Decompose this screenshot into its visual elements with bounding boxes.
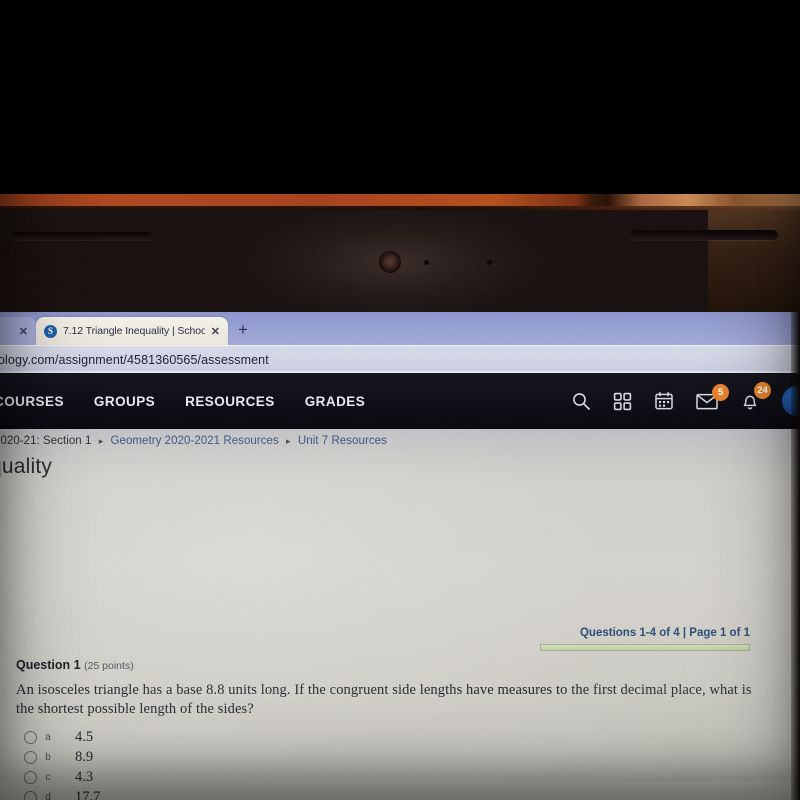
bezel-slot-left [12, 232, 152, 240]
search-icon[interactable] [571, 391, 591, 411]
tab-title: o [0, 325, 13, 337]
nav-links: COURSES GROUPS RESOURCES GRADES [0, 394, 365, 409]
choice-value: 8.9 [75, 748, 94, 765]
question-pager-label: Questions 1-4 of 4 | Page 1 of 1 [579, 627, 750, 639]
microphone-hole-icon [424, 260, 429, 265]
breadcrumb-item-folder[interactable]: Unit 7 Resources [298, 435, 387, 447]
webcam-icon [379, 251, 401, 273]
dark-background [0, 0, 800, 196]
schoology-favicon-icon: S [44, 324, 57, 338]
messages-envelope-icon[interactable]: 5 [696, 383, 729, 410]
choice-b[interactable]: b 8.9 [24, 747, 100, 767]
choice-letter: c [45, 771, 51, 783]
browser-tab-active[interactable]: S 7.12 Triangle Inequality | Schoolo ✕ [36, 317, 228, 345]
notifications-bell-icon[interactable]: 24 [740, 382, 771, 411]
choice-a[interactable]: a 4.5 [24, 727, 100, 747]
choice-value: 17.7 [75, 788, 101, 800]
choice-d[interactable]: d 17.7 [24, 787, 100, 800]
bezel-slot-right [630, 230, 778, 240]
breadcrumb-separator-icon: ▸ [286, 436, 291, 446]
nav-item-resources[interactable]: RESOURCES [185, 394, 275, 409]
nav-icon-group: 5 24 [571, 373, 800, 429]
screen-right-edge [791, 312, 800, 800]
tab-title: 7.12 Triangle Inequality | Schoolo [63, 325, 205, 337]
breadcrumb: 2020-21: Section 1 ▸ Geometry 2020-2021 … [0, 435, 387, 447]
choice-letter: a [45, 731, 51, 743]
choice-value: 4.5 [75, 728, 94, 745]
notifications-badge: 24 [754, 382, 771, 399]
question-1-choices: a 4.5 b 8.9 c 4.3 d 17.7 [24, 727, 100, 800]
browser-tab-strip: o ✕ S 7.12 Triangle Inequality | Schoolo… [0, 312, 800, 345]
choice-letter: d [45, 791, 51, 800]
screen-glare [0, 429, 800, 781]
question-1-header: Question 1 (25 points) [16, 658, 134, 672]
breadcrumb-separator-icon: ▸ [98, 436, 104, 446]
assessment-page: 2020-21: Section 1 ▸ Geometry 2020-2021 … [0, 429, 800, 800]
nav-item-courses[interactable]: COURSES [0, 394, 64, 409]
microphone-hole-icon [487, 260, 492, 265]
choice-value: 4.3 [75, 768, 94, 785]
radio-icon[interactable] [24, 770, 37, 784]
laptop-bezel-right-glow [708, 210, 800, 312]
browser-tab-inactive[interactable]: o ✕ [0, 317, 36, 345]
progress-bar [540, 644, 750, 651]
schoology-navbar: COURSES GROUPS RESOURCES GRADES 5 24 [0, 373, 800, 429]
url-text: ology.com/assignment/4581360565/assessme… [0, 352, 269, 367]
calendar-icon[interactable] [654, 391, 674, 411]
nav-item-grades[interactable]: GRADES [305, 394, 365, 409]
breadcrumb-item-course[interactable]: Geometry 2020-2021 Resources [111, 435, 279, 447]
nav-item-groups[interactable]: GROUPS [94, 394, 155, 409]
laptop-screen: o ✕ S 7.12 Triangle Inequality | Schoolo… [0, 312, 800, 800]
close-icon[interactable]: ✕ [19, 325, 28, 338]
address-bar[interactable]: ology.com/assignment/4581360565/assessme… [0, 345, 800, 373]
breadcrumb-item-section: 2020-21: Section 1 [0, 435, 92, 447]
messages-badge: 5 [712, 383, 729, 401]
apps-grid-icon[interactable] [613, 392, 632, 411]
question-1-label: Question 1 [16, 658, 81, 672]
choice-letter: b [45, 751, 51, 763]
choice-c[interactable]: c 4.3 [24, 767, 100, 787]
radio-icon[interactable] [24, 790, 37, 800]
question-1-text: An isosceles triangle has a base 8.8 uni… [16, 682, 752, 717]
close-icon[interactable]: ✕ [211, 325, 220, 338]
photo-of-laptop-screen: o ✕ S 7.12 Triangle Inequality | Schoolo… [0, 0, 800, 800]
page-title: quality [0, 455, 53, 478]
progress-bar-fill [541, 645, 749, 650]
new-tab-button[interactable]: + [238, 321, 248, 338]
radio-icon[interactable] [24, 750, 37, 764]
radio-icon[interactable] [24, 730, 37, 744]
question-1-points: (25 points) [84, 660, 134, 672]
